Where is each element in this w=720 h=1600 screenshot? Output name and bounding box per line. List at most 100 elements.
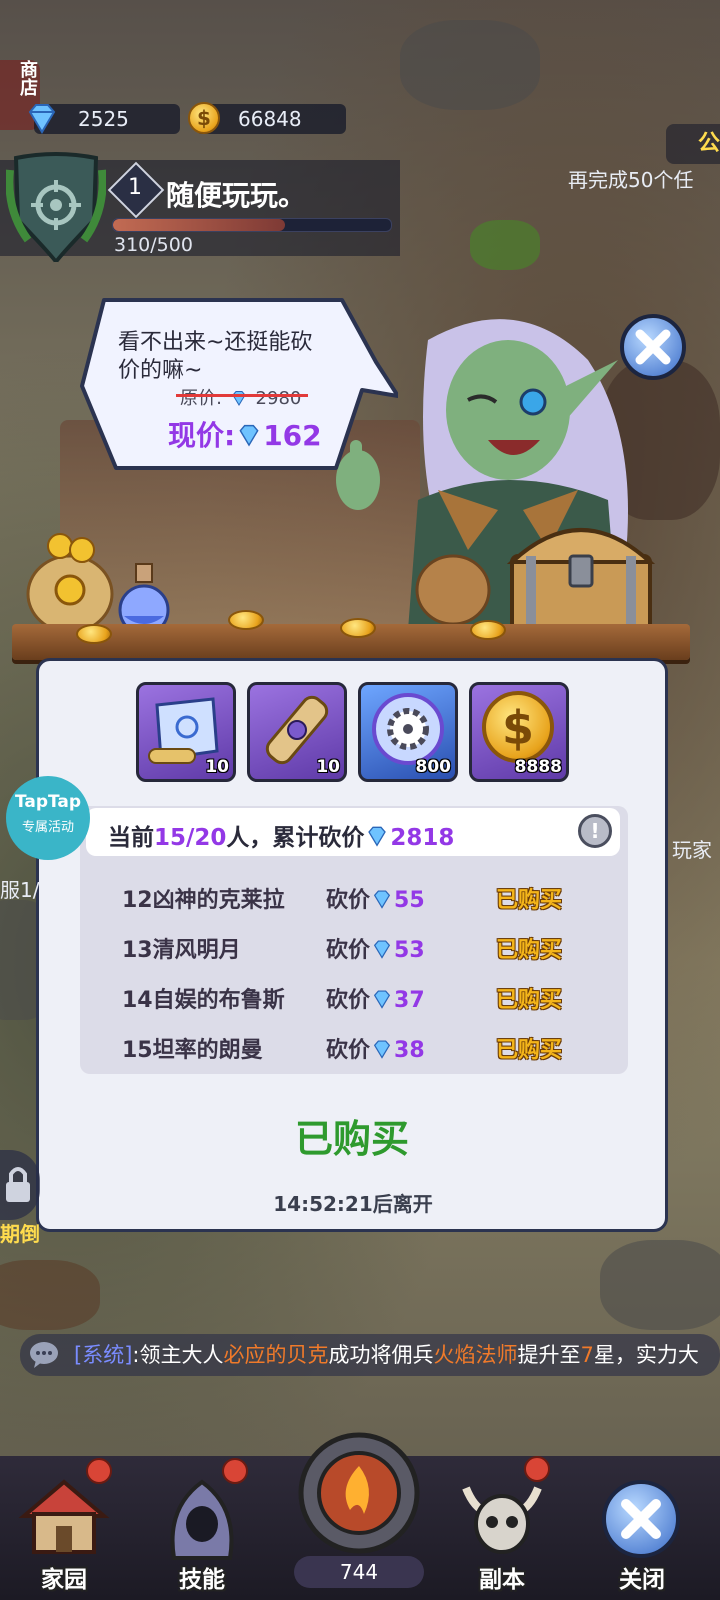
- server-label: 服1/: [0, 878, 40, 902]
- nav-close-label: 关闭: [619, 1567, 665, 1593]
- nav-skill-label: 技能: [179, 1567, 225, 1593]
- close-popup-button[interactable]: [620, 314, 686, 380]
- merchant-speech-bubble: 看不出来~还挺能砍 价的嘛~ 原价: 2980 现价: 162: [80, 296, 398, 472]
- chat-mercenary-name: 火焰法师: [433, 1343, 518, 1367]
- shop-shortcut-label: 商店: [17, 60, 38, 96]
- diamond-icon: [28, 104, 56, 134]
- summary-total: 2818: [390, 825, 455, 851]
- limited-time-label: 期倒: [0, 1222, 40, 1246]
- fire-emblem-icon: [298, 1432, 420, 1554]
- taptap-logo-text: TapTap: [14, 792, 82, 812]
- summary-prefix: 当前: [108, 825, 154, 851]
- nav-dungeon[interactable]: 副本: [452, 1456, 552, 1600]
- chat-text: 领主大人: [139, 1343, 224, 1367]
- gold-counter[interactable]: $ 66848: [188, 102, 346, 134]
- shield-crest-icon: [5, 152, 107, 263]
- info-button[interactable]: !: [578, 814, 612, 848]
- reward-count: 800: [415, 757, 452, 777]
- cut-label: 砍价: [326, 988, 371, 1013]
- original-price-label: 原价:: [180, 388, 223, 409]
- reward-item-2[interactable]: 10: [247, 682, 347, 782]
- notification-dot: [86, 1458, 112, 1484]
- diamond-icon: [373, 990, 391, 1009]
- house-icon: [18, 1479, 110, 1554]
- gold-coin-icon: [340, 618, 376, 638]
- list-item: 13清风明月 砍价 53 已购买: [122, 926, 602, 966]
- current-price: 现价: 162: [168, 414, 322, 454]
- reward-count: 10: [316, 757, 340, 777]
- reward-count: 8888: [514, 757, 562, 777]
- gold-coin-icon: [76, 624, 112, 644]
- cut-value: 55: [394, 888, 425, 913]
- player-title: 随便玩玩。: [166, 179, 307, 212]
- guild-label: 公: [697, 131, 720, 156]
- helper-name: 12凶神的克莱拉: [122, 888, 285, 913]
- bottom-navigation: 家园 技能 744 副本 关闭: [0, 1432, 720, 1600]
- hooded-mage-icon: [170, 1479, 234, 1560]
- purchased-button[interactable]: 已购买: [260, 1108, 444, 1163]
- summary-count: 15/20: [154, 825, 227, 851]
- lock-button[interactable]: [0, 1150, 40, 1220]
- list-item: 14自娱的布鲁斯 砍价 37 已购买: [122, 976, 602, 1016]
- notification-dot: [524, 1456, 550, 1482]
- reward-item-1[interactable]: 10: [136, 682, 236, 782]
- lock-icon: [6, 1167, 30, 1202]
- original-price-value: 2980: [255, 388, 302, 409]
- gem-amount: 2525: [78, 107, 129, 131]
- players-label: 玩家: [672, 838, 712, 862]
- center-counter: 744: [294, 1556, 424, 1588]
- helper-name: 13清风明月: [122, 938, 241, 963]
- list-item: 12凶神的克莱拉 砍价 55 已购买: [122, 876, 602, 916]
- nav-dungeon-label: 副本: [479, 1567, 525, 1593]
- cut-value: 53: [394, 938, 425, 963]
- exp-progress-fill: [113, 219, 286, 231]
- diamond-icon: [239, 424, 259, 447]
- cut-value: 37: [394, 988, 425, 1013]
- nav-close-button[interactable]: 关闭: [592, 1456, 692, 1600]
- leave-timer: 14:52:21后离开: [273, 1192, 433, 1216]
- gold-coin-icon: [228, 610, 264, 630]
- helper-name: 15坦率的朗曼: [122, 1038, 263, 1063]
- diamond-icon: [373, 940, 391, 959]
- nav-home[interactable]: 家园: [14, 1456, 114, 1600]
- diamond-icon: [373, 1040, 391, 1059]
- close-icon: [621, 1499, 661, 1539]
- current-price-label: 现价:: [168, 419, 236, 452]
- treasure-chest-icon: [506, 528, 656, 634]
- coin-bag-icon: [26, 533, 114, 634]
- nav-home-label: 家园: [41, 1567, 87, 1593]
- purchase-status: 已购买: [496, 888, 563, 913]
- nav-center-emblem[interactable]: 744: [284, 1428, 434, 1600]
- chat-player-name: 必应的贝克: [223, 1343, 329, 1367]
- taptap-event-button[interactable]: TapTap 专属活动: [6, 776, 90, 860]
- reward-item-3[interactable]: 800: [358, 682, 458, 782]
- taptap-subtitle: 专属活动: [21, 820, 74, 835]
- summary-middle: 人，累计砍价: [226, 825, 365, 851]
- original-price: 原价: 2980: [176, 384, 308, 410]
- cut-value: 38: [394, 1038, 425, 1063]
- chat-tag: [系统]: [74, 1343, 133, 1367]
- gold-amount: 66848: [238, 107, 302, 131]
- system-chat-ticker[interactable]: [系统]:领主大人必应的贝克成功将佣兵火焰法师提升至7星，实力大: [20, 1334, 720, 1376]
- level-number: 1: [128, 175, 142, 200]
- speech-line-2: 价的嘛~: [118, 358, 203, 383]
- strikethrough-line: [176, 394, 308, 397]
- diamond-icon: [368, 826, 387, 847]
- exclamation-icon: !: [590, 819, 600, 843]
- bargain-summary: 当前15/20人，累计砍价 2818 !: [86, 808, 620, 856]
- purchase-status: 已购买: [496, 1038, 563, 1063]
- gold-coin-icon: $: [188, 102, 220, 134]
- guild-crest[interactable]: [5, 150, 107, 268]
- helper-name: 14自娱的布鲁斯: [122, 988, 285, 1013]
- quest-hint[interactable]: 再完成50个任: [568, 164, 693, 193]
- current-price-value: 162: [263, 419, 322, 452]
- gold-coin-icon: [470, 620, 506, 640]
- guild-shortcut[interactable]: 公: [666, 124, 720, 164]
- nav-skill[interactable]: 技能: [152, 1456, 252, 1600]
- reward-item-4[interactable]: $ 8888: [469, 682, 569, 782]
- close-icon: [635, 329, 671, 365]
- gem-counter[interactable]: 2525: [28, 104, 180, 134]
- chat-star-count: 7: [580, 1343, 594, 1367]
- reward-count: 10: [205, 757, 229, 777]
- list-item: 15坦率的朗曼 砍价 38 已购买: [122, 1026, 602, 1066]
